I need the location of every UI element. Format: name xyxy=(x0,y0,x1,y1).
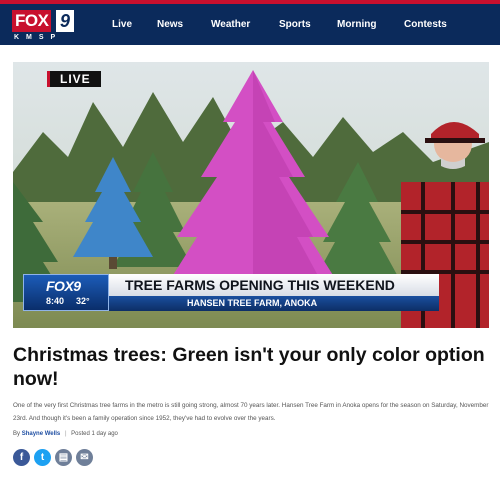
lower-third-headline: TREE FARMS OPENING THIS WEEKEND xyxy=(109,274,439,296)
twitter-icon[interactable]: t xyxy=(34,449,51,466)
byline: By Shayne Wells | Posted 1 day ago xyxy=(13,431,118,437)
nav-item-morning[interactable]: Morning xyxy=(337,19,404,30)
lower-third-temperature: 32° xyxy=(76,296,90,306)
nav-item-news[interactable]: News xyxy=(157,19,211,30)
email-icon[interactable]: ✉ xyxy=(76,449,93,466)
lower-third-logo: FOX9 xyxy=(46,278,81,294)
article-title: Christmas trees: Green isn't your only c… xyxy=(13,344,485,390)
nav-item-live[interactable]: Live xyxy=(112,19,157,30)
site-header: FOX 9 KMSP Live News Weather Sports Morn… xyxy=(0,4,500,45)
logo-number: 9 xyxy=(56,10,74,32)
lower-third-time: 8:40 xyxy=(46,296,65,306)
logo-fox-text: FOX xyxy=(12,10,52,32)
article-summary: One of the very first Christmas tree far… xyxy=(13,402,489,422)
byline-prefix: By xyxy=(13,431,21,437)
print-icon[interactable]: ▤ xyxy=(55,449,72,466)
facebook-icon[interactable]: f xyxy=(13,449,30,466)
posted-time: Posted 1 day ago xyxy=(71,431,118,437)
live-badge: LIVE xyxy=(47,71,101,87)
video-player[interactable]: LIVE FOX9 8:40 32° TREE FARMS OPENING TH… xyxy=(13,62,489,328)
nav-item-sports[interactable]: Sports xyxy=(279,19,337,30)
logo-callsign: KMSP xyxy=(14,34,63,41)
author-link[interactable]: Shayne Wells xyxy=(22,431,61,437)
main-nav: Live News Weather Sports Morning Contest… xyxy=(112,4,447,45)
lower-third-logo-box: FOX9 8:40 32° xyxy=(23,274,109,311)
nav-item-contests[interactable]: Contests xyxy=(404,19,447,30)
fox9-logo[interactable]: FOX 9 KMSP xyxy=(12,10,76,42)
lower-third-subline: HANSEN TREE FARM, ANOKA xyxy=(109,296,439,311)
nav-item-weather[interactable]: Weather xyxy=(211,19,279,30)
news-lower-third: FOX9 8:40 32° TREE FARMS OPENING THIS WE… xyxy=(13,274,443,311)
share-bar: f t ▤ ✉ xyxy=(13,449,97,467)
byline-separator: | xyxy=(64,431,67,437)
